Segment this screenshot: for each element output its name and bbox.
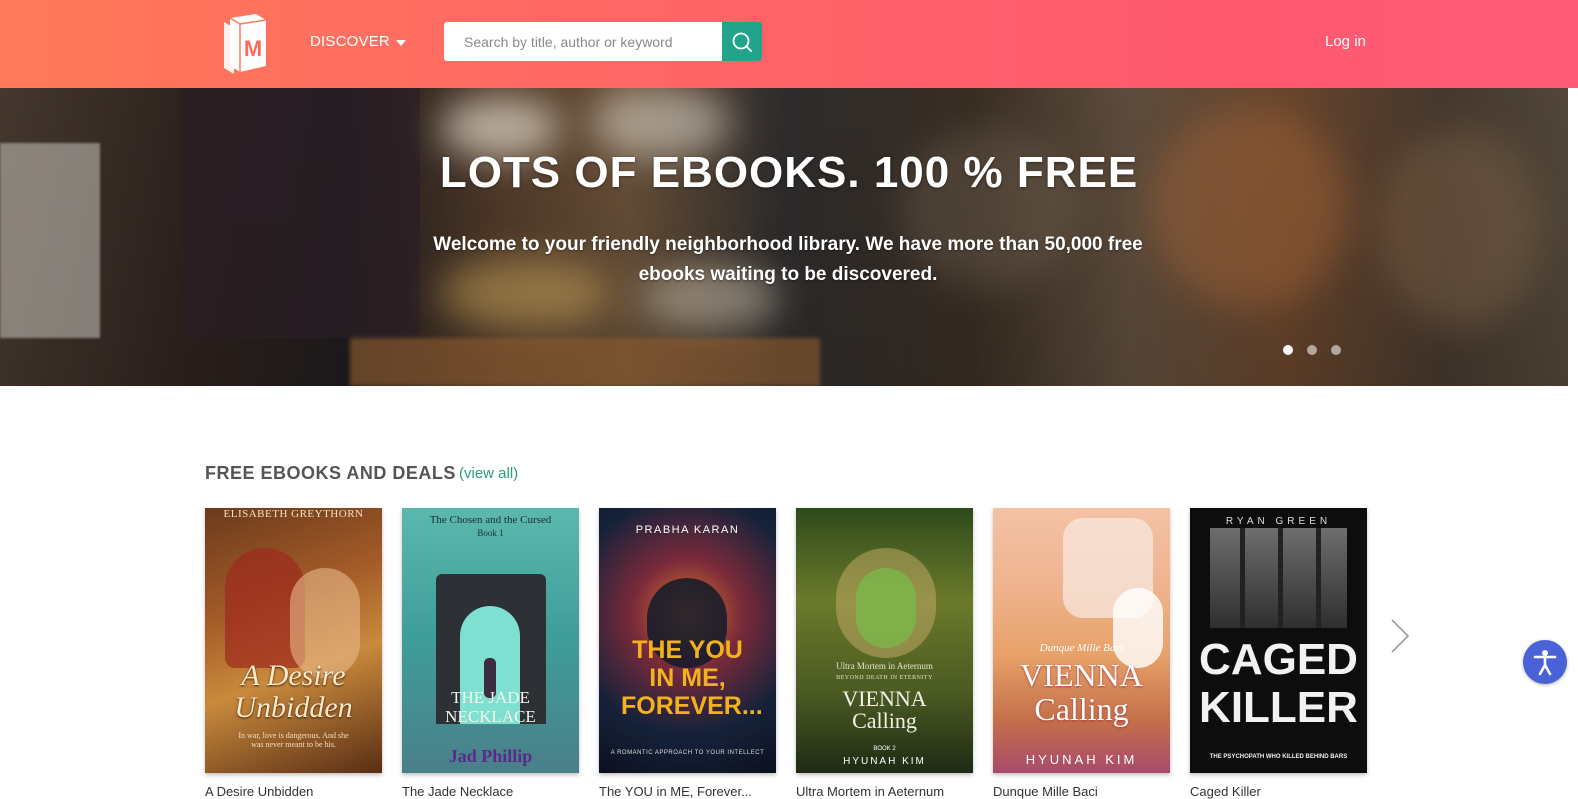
book-card[interactable]: The Chosen and the Cursed Book 1 THE JAD… xyxy=(402,508,579,773)
book-cover-author: RYAN GREEN xyxy=(1225,516,1332,527)
book-cover-art xyxy=(1240,528,1245,628)
carousel-dots xyxy=(1283,345,1341,355)
book-cover-author: ELISABETH GREYTHORN xyxy=(223,508,364,520)
view-all-link[interactable]: (view all) xyxy=(459,465,518,482)
book-cover-title: THE YOU IN ME, FOREVER... xyxy=(621,636,763,720)
book-title[interactable]: The Jade Necklace xyxy=(402,784,579,799)
book-card[interactable]: Dunque Mille Baci VIENNA Calling HYUNAH … xyxy=(993,508,1170,773)
section-title: FREE EBOOKS AND DEALS xyxy=(205,463,456,483)
book-card[interactable]: RYAN GREEN CAGED KILLER THE PSYCHOPATH W… xyxy=(1190,508,1367,773)
hero-background-decor xyxy=(1150,108,1350,308)
book-cover-author: HYUNAH KIM xyxy=(1025,752,1138,767)
book-cover-tagline: A ROMANTIC APPROACH TO YOUR INTELLECT xyxy=(610,750,765,756)
hero-carousel: LOTS OF EBOOKS. 100 % FREE Welcome to yo… xyxy=(0,88,1568,386)
book-cover-author: PRABHA KARAN xyxy=(635,524,740,536)
book-cover-author: Jad Phillip xyxy=(448,746,533,766)
book-logo-icon[interactable]: M xyxy=(220,12,268,74)
book-cover-art xyxy=(856,568,916,648)
book-cover-art xyxy=(1316,528,1321,628)
book-cover-series: Ultra Mortem in Aeternum xyxy=(836,661,933,671)
book-cover-author: HYUNAH KIM xyxy=(843,756,926,767)
book-card[interactable]: Ultra Mortem in Aeternum BEYOND DEATH IN… xyxy=(796,508,973,773)
book-cover-book-number: BOOK 2 xyxy=(873,746,896,752)
carousel-dot-1[interactable] xyxy=(1283,345,1293,355)
hero-title: LOTS OF EBOOKS. 100 % FREE xyxy=(439,148,1139,197)
book-cover-subtitle: BEYOND DEATH IN ETERNITY xyxy=(836,675,933,681)
book-cover-tagline: THE PSYCHOPATH WHO KILLED BEHIND BARS xyxy=(1209,754,1348,760)
book-title[interactable]: The YOU in ME, Forever... xyxy=(599,784,776,799)
login-link[interactable]: Log in xyxy=(1325,33,1366,50)
hero-subtitle: Welcome to your friendly neighborhood li… xyxy=(433,234,1143,285)
book-cover-series: The Chosen and the Cursed xyxy=(429,514,552,526)
search-bar xyxy=(444,22,762,61)
accessibility-button[interactable] xyxy=(1523,640,1567,684)
svg-text:M: M xyxy=(244,36,262,61)
search-input[interactable] xyxy=(444,22,722,61)
book-cover-title: CAGED KILLER xyxy=(1199,635,1358,732)
book-cover-art xyxy=(1113,588,1163,668)
book-cover-title: A Desire Unbidden xyxy=(234,659,353,724)
book-card[interactable]: PRABHA KARAN THE YOU IN ME, FOREVER... A… xyxy=(599,508,776,773)
book-cover-title: VIENNA Calling xyxy=(842,686,927,733)
book-cover-art xyxy=(1278,528,1283,628)
book-title[interactable]: Caged Killer xyxy=(1190,784,1367,799)
caret-down-icon xyxy=(395,39,406,46)
book-title[interactable]: Dunque Mille Baci xyxy=(993,784,1170,799)
search-icon xyxy=(732,32,752,52)
book-cover-tagline: In war, love is dangerous. And she was n… xyxy=(238,731,349,749)
book-cover-series-number: Book 1 xyxy=(477,528,504,538)
book-cover-title: THE JADE NECKLACE xyxy=(445,688,536,726)
accessibility-icon xyxy=(1533,650,1557,676)
chevron-right-icon[interactable] xyxy=(1388,618,1410,654)
discover-label: DISCOVER xyxy=(310,33,390,50)
book-cover-series: Dunque Mille Baci xyxy=(1039,642,1124,654)
carousel-dot-3[interactable] xyxy=(1331,345,1341,355)
book-cover-title: VIENNA Calling xyxy=(1020,657,1143,727)
book-card[interactable]: ELISABETH GREYTHORN A Desire Unbidden In… xyxy=(205,508,382,773)
carousel-dot-2[interactable] xyxy=(1307,345,1317,355)
top-nav-bar: M DISCOVER Log in xyxy=(0,0,1578,88)
hero-background-decor xyxy=(180,88,420,338)
book-title[interactable]: A Desire Unbidden xyxy=(205,784,382,799)
discover-menu[interactable]: DISCOVER xyxy=(310,33,406,50)
hero-background-decor xyxy=(350,338,820,386)
book-title[interactable]: Ultra Mortem in Aeternum xyxy=(796,784,973,799)
search-button[interactable] xyxy=(722,22,762,61)
